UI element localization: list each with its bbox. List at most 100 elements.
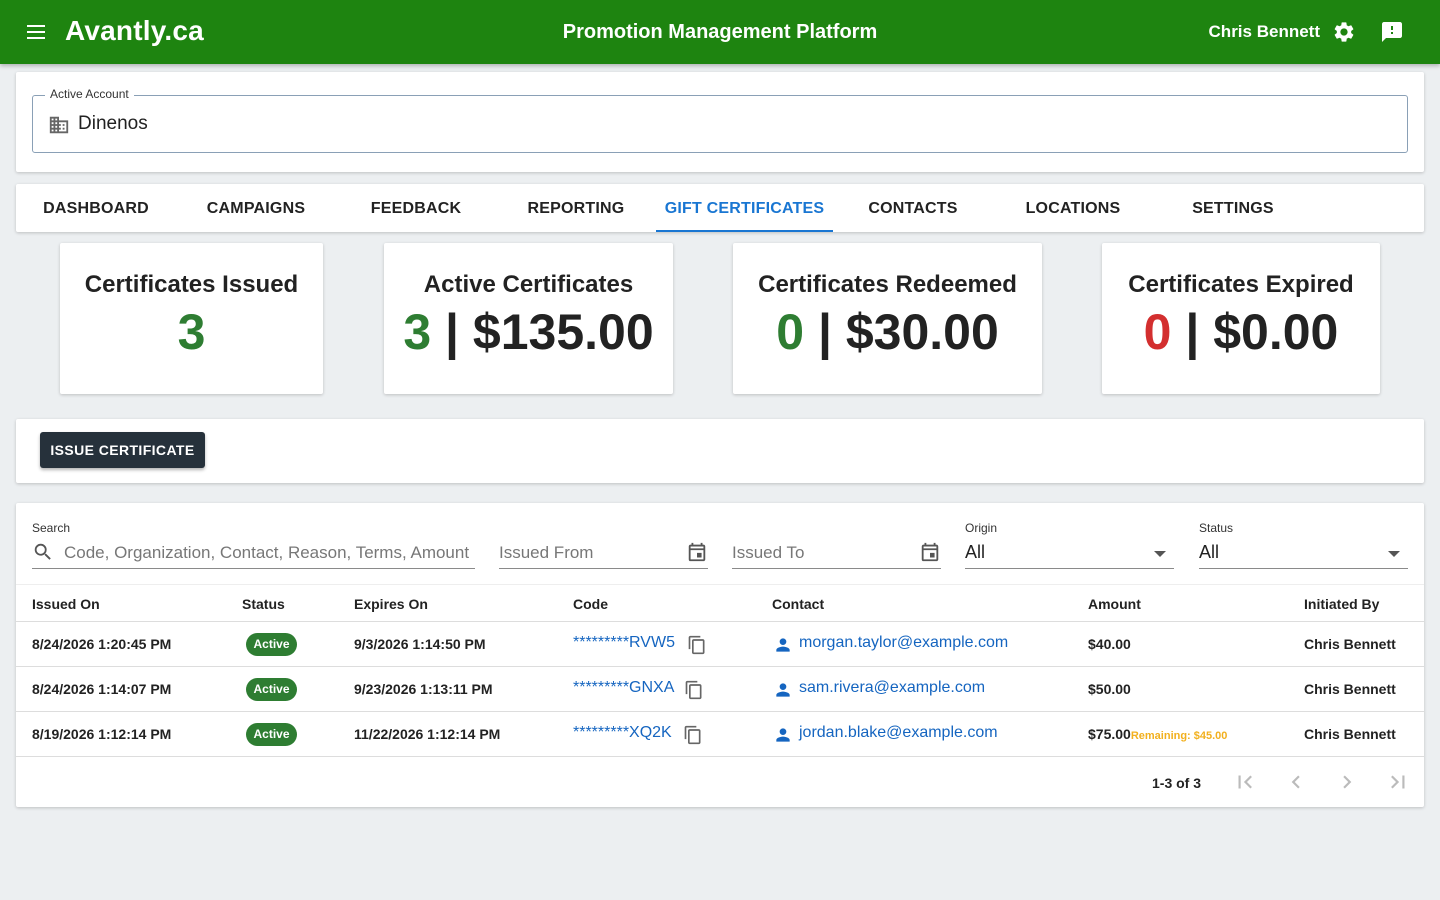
- last-page-icon[interactable]: [1385, 769, 1411, 795]
- tab-reporting[interactable]: REPORTING: [496, 184, 656, 232]
- status-label: Status: [1199, 521, 1234, 535]
- main-tabs: DASHBOARD CAMPAIGNS FEEDBACK REPORTING G…: [16, 184, 1424, 232]
- table-header: Issued On Status Expires On Code Contact…: [16, 584, 1424, 622]
- user-name[interactable]: Chris Bennett: [1209, 22, 1320, 42]
- active-account-select[interactable]: Active Account Dinenos: [32, 87, 1408, 153]
- status-value: All: [1199, 542, 1220, 562]
- amount-cell: $40.00: [1088, 636, 1131, 652]
- issued-on-cell: 8/24/2026 1:14:07 PM: [32, 681, 172, 697]
- status-badge: Active: [246, 723, 297, 746]
- tab-campaigns[interactable]: CAMPAIGNS: [176, 184, 336, 232]
- column-header[interactable]: Expires On: [354, 596, 428, 612]
- person-icon: [776, 638, 790, 652]
- amount-cell: $75.00Remaining: $45.00: [1088, 726, 1227, 742]
- next-page-icon[interactable]: [1334, 769, 1360, 795]
- active-account-value: Dinenos: [78, 113, 148, 134]
- stat-title: Certificates Issued: [84, 271, 299, 298]
- stat-count: 3: [403, 304, 432, 360]
- issued-from-placeholder: Issued From: [499, 543, 594, 562]
- stat-amount: | $0.00: [1185, 304, 1339, 360]
- table-row[interactable]: 8/19/2026 1:12:14 PM Active 11/22/2026 1…: [16, 712, 1424, 757]
- issue-certificate-button[interactable]: ISSUE CERTIFICATE: [40, 432, 205, 468]
- building-icon: [49, 116, 69, 134]
- issued-on-cell: 8/24/2026 1:20:45 PM: [32, 636, 172, 652]
- stat-value: 0 | $30.00: [733, 303, 1042, 361]
- search-input[interactable]: Code, Organization, Contact, Reason, Ter…: [64, 543, 475, 563]
- contact-link[interactable]: sam.rivera@example.com: [799, 679, 985, 697]
- active-account-card: Active Account Dinenos: [16, 72, 1424, 172]
- copy-icon[interactable]: [687, 635, 707, 655]
- initiated-by-cell: Chris Bennett: [1304, 681, 1396, 697]
- initiated-by-cell: Chris Bennett: [1304, 726, 1396, 742]
- origin-label: Origin: [965, 521, 998, 535]
- person-icon: [776, 683, 790, 697]
- search-icon: [34, 543, 51, 560]
- stat-amount: | $135.00: [445, 304, 654, 360]
- code-link[interactable]: *********GNXA: [573, 679, 674, 697]
- issued-to-field[interactable]: Issued To: [732, 521, 941, 569]
- column-header[interactable]: Issued On: [32, 596, 100, 612]
- code-link[interactable]: *********XQ2K: [573, 724, 672, 742]
- pagination-range: 1-3 of 3: [1152, 775, 1202, 791]
- expires-on-cell: 9/3/2026 1:14:50 PM: [354, 636, 486, 652]
- stat-value: 3: [60, 303, 323, 361]
- contact-link[interactable]: morgan.taylor@example.com: [799, 634, 1008, 652]
- brand-logo[interactable]: Avantly.ca: [65, 15, 204, 47]
- table-row[interactable]: 8/24/2026 1:20:45 PM Active 9/3/2026 1:1…: [16, 622, 1424, 667]
- expires-on-cell: 9/23/2026 1:13:11 PM: [354, 681, 493, 697]
- column-header[interactable]: Amount: [1088, 596, 1141, 612]
- tab-locations[interactable]: LOCATIONS: [993, 184, 1153, 232]
- menu-icon[interactable]: [24, 20, 48, 44]
- tab-contacts[interactable]: CONTACTS: [833, 184, 993, 232]
- settings-icon[interactable]: [1332, 20, 1356, 44]
- tab-gift-certificates[interactable]: GIFT CERTIFICATES: [656, 184, 833, 232]
- calendar-icon[interactable]: [686, 541, 708, 563]
- first-page-icon[interactable]: [1232, 769, 1258, 795]
- active-account-label: Active Account: [45, 87, 134, 101]
- chevron-down-icon: [1388, 551, 1400, 557]
- tab-dashboard[interactable]: DASHBOARD: [16, 184, 176, 232]
- remaining-amount: Remaining: $45.00: [1130, 730, 1228, 742]
- issued-from-field[interactable]: Issued From: [499, 521, 708, 569]
- column-header[interactable]: Initiated By: [1304, 596, 1379, 612]
- tab-feedback[interactable]: FEEDBACK: [336, 184, 496, 232]
- stat-title: Active Certificates: [423, 271, 634, 298]
- column-header[interactable]: Code: [573, 596, 608, 612]
- stat-card-redeemed: Certificates Redeemed 0 | $30.00: [733, 243, 1042, 394]
- certificates-table-card: Search Code, Organization, Contact, Reas…: [16, 503, 1424, 807]
- copy-icon[interactable]: [684, 680, 704, 700]
- top-app-bar: Avantly.ca Promotion Management Platform…: [0, 0, 1440, 64]
- stat-card-expired: Certificates Expired 0 | $0.00: [1102, 243, 1380, 394]
- chevron-down-icon: [1154, 551, 1166, 557]
- contact-link[interactable]: jordan.blake@example.com: [799, 724, 998, 742]
- status-select[interactable]: Status All: [1199, 521, 1408, 569]
- amount-value: $75.00: [1088, 726, 1131, 742]
- origin-select[interactable]: Origin All: [965, 521, 1174, 569]
- stat-count: 0: [1143, 304, 1172, 360]
- code-link[interactable]: *********RVW5: [573, 634, 675, 652]
- stat-card-issued: Certificates Issued 3: [60, 243, 323, 394]
- stat-count: 3: [177, 304, 206, 360]
- status-badge: Active: [246, 633, 297, 656]
- issued-on-cell: 8/19/2026 1:12:14 PM: [32, 726, 172, 742]
- expires-on-cell: 11/22/2026 1:12:14 PM: [354, 726, 501, 742]
- person-icon: [776, 728, 790, 742]
- stat-count: 0: [776, 304, 805, 360]
- column-header[interactable]: Status: [242, 596, 285, 612]
- stat-value: 0 | $0.00: [1102, 303, 1380, 361]
- stat-amount: | $30.00: [817, 304, 999, 360]
- stat-card-active: Active Certificates 3 | $135.00: [384, 243, 673, 394]
- initiated-by-cell: Chris Bennett: [1304, 636, 1396, 652]
- stat-title: Certificates Redeemed: [758, 271, 1017, 298]
- search-field[interactable]: Search Code, Organization, Contact, Reas…: [32, 521, 475, 569]
- column-header[interactable]: Contact: [772, 596, 824, 612]
- calendar-icon[interactable]: [919, 541, 941, 563]
- origin-value: All: [965, 542, 986, 562]
- tab-settings[interactable]: SETTINGS: [1153, 184, 1313, 232]
- feedback-icon[interactable]: [1380, 20, 1404, 44]
- stat-value: 3 | $135.00: [384, 303, 673, 361]
- table-row[interactable]: 8/24/2026 1:14:07 PM Active 9/23/2026 1:…: [16, 667, 1424, 712]
- copy-icon[interactable]: [683, 725, 703, 745]
- issued-to-placeholder: Issued To: [732, 543, 805, 562]
- previous-page-icon[interactable]: [1283, 769, 1309, 795]
